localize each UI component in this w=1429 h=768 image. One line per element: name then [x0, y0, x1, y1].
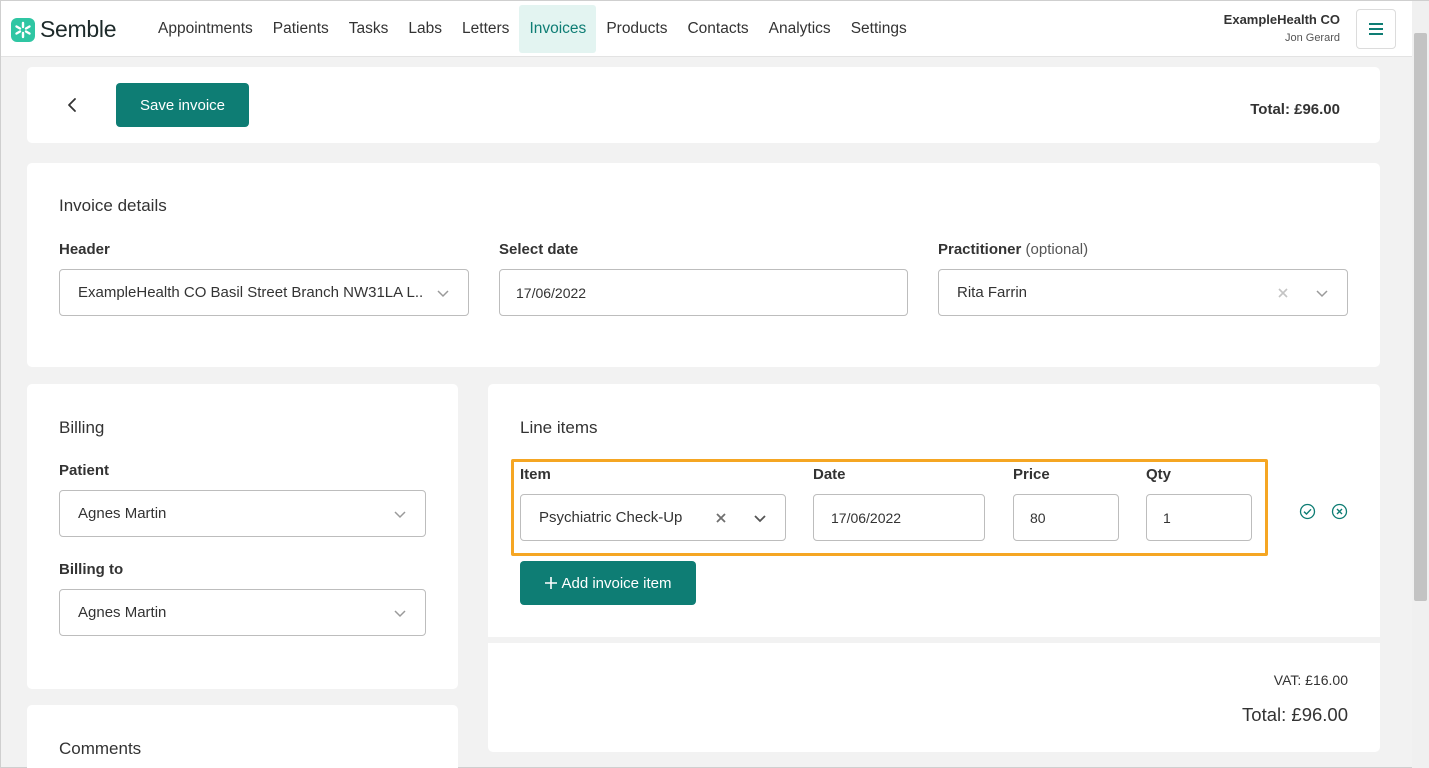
add-invoice-item-button[interactable]: Add invoice item [520, 561, 696, 605]
patient-select-value: Agnes Martin [78, 505, 167, 522]
nav-letters[interactable]: Letters [452, 5, 519, 53]
line-items-title: Line items [520, 418, 598, 437]
cancel-button[interactable] [1331, 503, 1348, 520]
chevron-down-icon [437, 289, 449, 297]
invoice-details-title: Invoice details [59, 196, 167, 215]
nav-settings[interactable]: Settings [841, 5, 917, 53]
nav-products[interactable]: Products [596, 5, 677, 53]
chevron-down-icon [1316, 289, 1328, 297]
patient-select[interactable]: Agnes Martin [59, 490, 426, 537]
save-invoice-button[interactable]: Save invoice [116, 83, 249, 127]
plus-icon [545, 577, 558, 589]
billing-to-label: Billing to [59, 561, 124, 578]
nav-patients[interactable]: Patients [263, 5, 339, 53]
billing-title: Billing [59, 418, 105, 437]
date-input-value: 17/06/2022 [516, 284, 587, 301]
scrollbar-thumb[interactable] [1414, 33, 1427, 601]
nav-invoices[interactable]: Invoices [519, 5, 597, 53]
confirm-icon [1299, 503, 1316, 520]
comments-card: Comments [27, 705, 458, 768]
menu-button[interactable] [1356, 9, 1396, 49]
top-navbar: Semble Appointments Patients Tasks Labs … [1, 1, 1412, 57]
org-name: ExampleHealth CO [1223, 12, 1340, 27]
comments-title: Comments [59, 739, 142, 758]
header-total: Total: £96.00 [1250, 101, 1340, 118]
nav-contacts[interactable]: Contacts [677, 5, 758, 53]
invoice-toolbar: Save invoice Total: £96.00 [27, 67, 1380, 143]
back-icon [68, 98, 76, 112]
logo-icon [11, 17, 35, 42]
clear-icon[interactable] [1277, 287, 1289, 299]
cancel-icon [1331, 503, 1348, 520]
invoice-details-card: Invoice details Header ExampleHealth CO … [27, 163, 1380, 367]
nav-analytics[interactable]: Analytics [759, 5, 841, 53]
practitioner-label: Practitioner (optional) [938, 241, 1088, 258]
patient-label: Patient [59, 462, 110, 479]
billing-to-select-value: Agnes Martin [78, 604, 167, 621]
billing-to-select[interactable]: Agnes Martin [59, 589, 426, 636]
summary-total: Total: £96.00 [1242, 704, 1348, 725]
account-info[interactable]: ExampleHealth CO Jon Gerard [1224, 12, 1340, 44]
back-button[interactable] [63, 95, 83, 115]
header-select-value: ExampleHealth CO Basil Street Branch NW3… [78, 284, 423, 301]
chevron-down-icon [394, 609, 406, 617]
user-name: Jon Gerard [1284, 32, 1340, 44]
brand-name: Semble [40, 16, 117, 42]
billing-card: Billing Patient Agnes Martin Billing to … [27, 384, 458, 689]
header-select[interactable]: ExampleHealth CO Basil Street Branch NW3… [59, 269, 469, 316]
nav-appointments[interactable]: Appointments [148, 5, 263, 53]
page-scrollbar[interactable] [1412, 1, 1429, 768]
header-label: Header [59, 241, 110, 258]
nav-tasks[interactable]: Tasks [339, 5, 399, 53]
semble-logo[interactable]: Semble [11, 16, 116, 43]
main-nav: Appointments Patients Tasks Labs Letters… [148, 5, 917, 53]
confirm-button[interactable] [1299, 503, 1316, 520]
practitioner-select[interactable]: Rita Farrin [938, 269, 1348, 316]
add-invoice-item-label: Add invoice item [561, 574, 672, 592]
optional-hint: (optional) [1025, 241, 1089, 258]
invoice-summary-card: VAT: £16.00 Total: £96.00 [488, 643, 1380, 752]
vat-amount: VAT: £16.00 [1273, 672, 1348, 688]
practitioner-label-text: Practitioner [938, 241, 1022, 258]
practitioner-select-value: Rita Farrin [957, 284, 1028, 301]
hamburger-icon [1369, 23, 1383, 35]
date-label: Select date [499, 241, 579, 258]
chevron-down-icon [394, 510, 406, 518]
nav-labs[interactable]: Labs [398, 5, 452, 53]
date-input[interactable]: 17/06/2022 [499, 269, 908, 316]
line-item-row-highlight [511, 459, 1268, 556]
